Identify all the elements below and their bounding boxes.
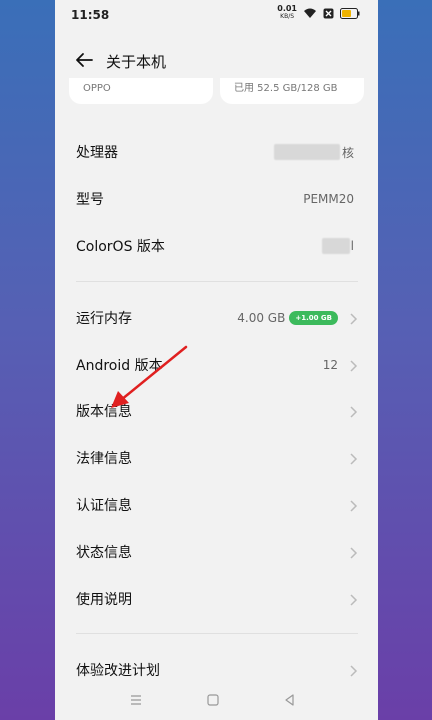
android-version-value: 12 xyxy=(322,358,338,372)
back-nav-icon[interactable] xyxy=(283,692,297,711)
chevron-right-icon xyxy=(348,311,358,325)
divider xyxy=(76,633,358,634)
row-status-info[interactable]: 状态信息 xyxy=(55,529,378,575)
status-bar: 11:58 0.01 KB/S xyxy=(55,0,378,30)
navigation-bar xyxy=(55,686,378,716)
memory-expansion-badge: +1.00 GB xyxy=(289,311,338,325)
back-arrow-icon[interactable] xyxy=(73,49,95,71)
memory-value: 4.00 GB +1.00 GB xyxy=(237,311,338,325)
home-nav-icon[interactable] xyxy=(206,692,220,711)
row-label: 认证信息 xyxy=(76,498,132,514)
row-label: 体验改进计划 xyxy=(76,663,160,679)
row-label: ColorOS 版本 xyxy=(76,239,165,255)
model-value: PEMM20 xyxy=(303,192,354,206)
row-legal-info[interactable]: 法律信息 xyxy=(55,435,378,481)
row-label: 使用说明 xyxy=(76,592,132,608)
net-speed-unit: KB/S xyxy=(280,13,295,20)
network-speed: 0.01 KB/S xyxy=(277,5,297,21)
row-processor: 处理器 核 xyxy=(55,129,378,175)
row-memory[interactable]: 运行内存 4.00 GB +1.00 GB xyxy=(55,295,378,341)
memory-size: 4.00 GB xyxy=(237,311,286,325)
divider xyxy=(76,281,358,282)
chevron-right-icon xyxy=(348,545,358,559)
row-label: Android 版本 xyxy=(76,358,163,374)
chevron-right-icon xyxy=(348,404,358,418)
row-label: 状态信息 xyxy=(76,545,132,561)
row-label: 型号 xyxy=(76,192,104,208)
row-coloros-version: ColorOS 版本 l xyxy=(55,223,378,269)
redacted-value xyxy=(273,144,340,160)
row-label: 版本信息 xyxy=(76,404,132,420)
row-android-version[interactable]: Android 版本 12 xyxy=(55,342,378,388)
row-certification-info[interactable]: 认证信息 xyxy=(55,482,378,528)
status-time: 11:58 xyxy=(71,8,110,22)
coloros-suffix: l xyxy=(350,239,354,253)
header: 关于本机 xyxy=(55,42,378,78)
chevron-right-icon xyxy=(348,663,358,677)
row-version-info[interactable]: 版本信息 xyxy=(55,388,378,434)
coloros-value: l xyxy=(321,238,354,254)
row-user-guide[interactable]: 使用说明 xyxy=(55,576,378,622)
chevron-right-icon xyxy=(348,358,358,372)
storage-usage: 已用 52.5 GB/128 GB xyxy=(234,83,338,94)
net-speed-value: 0.01 xyxy=(277,4,297,13)
sim-off-icon xyxy=(323,8,334,19)
chevron-right-icon xyxy=(348,592,358,606)
processor-suffix: 核 xyxy=(341,145,354,160)
menu-nav-icon[interactable] xyxy=(129,692,143,711)
chevron-right-icon xyxy=(348,451,358,465)
wifi-icon xyxy=(303,8,317,19)
battery-icon xyxy=(340,7,360,19)
phone-screen: 11:58 0.01 KB/S OPPO 已用 52.5 GB/128 GB 关… xyxy=(55,0,378,720)
chevron-right-icon xyxy=(348,498,358,512)
processor-value: 核 xyxy=(273,144,354,161)
row-label: 运行内存 xyxy=(76,311,132,327)
status-icons: 0.01 KB/S xyxy=(277,5,360,21)
page-title: 关于本机 xyxy=(106,53,167,71)
row-label: 法律信息 xyxy=(76,451,132,467)
device-name: OPPO xyxy=(83,83,111,94)
row-label: 处理器 xyxy=(76,145,118,161)
row-model: 型号 PEMM20 xyxy=(55,176,378,222)
redacted-value xyxy=(321,238,350,254)
